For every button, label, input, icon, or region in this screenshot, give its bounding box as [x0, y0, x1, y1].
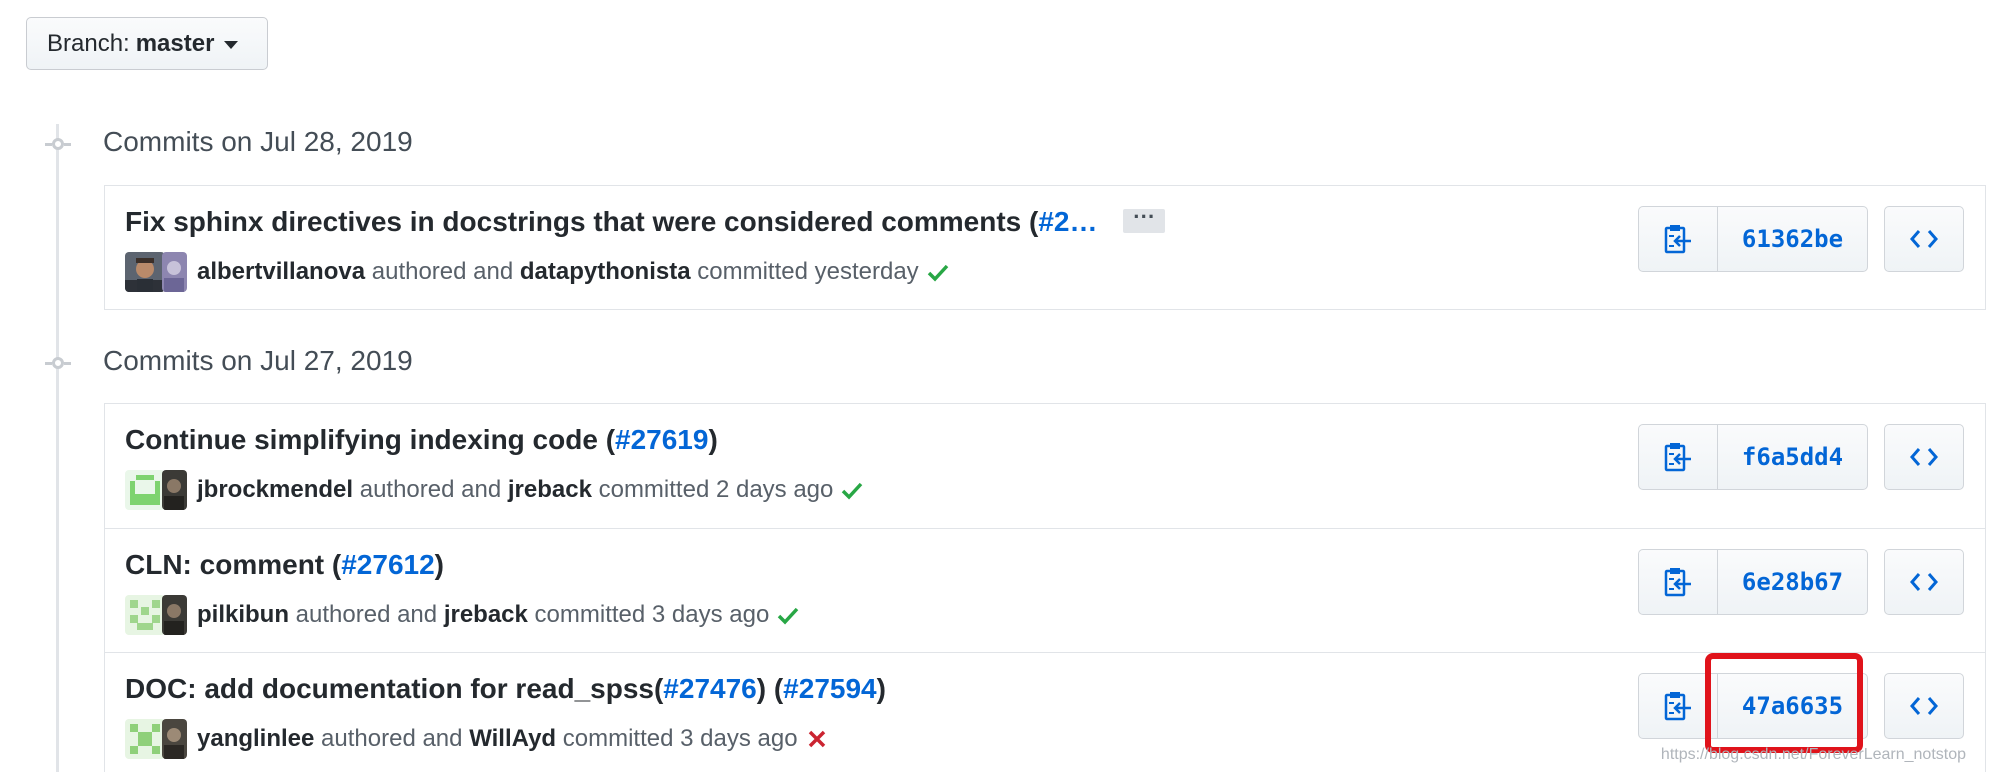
timeline-node-icon [45, 138, 71, 150]
author-name[interactable]: pilkibun [197, 601, 289, 629]
committer-name[interactable]: WillAyd [469, 725, 556, 753]
committer-name[interactable]: datapythonista [520, 258, 691, 286]
author-name[interactable]: jbrockmendel [197, 476, 353, 504]
commit-meta: albertvillanova authored and datapythoni… [125, 252, 949, 292]
authored-text: authored and [359, 476, 502, 503]
committed-time: committed 3 days ago [562, 725, 798, 752]
code-icon [1910, 448, 1938, 466]
author-avatar[interactable] [125, 252, 165, 292]
clipboard-icon [1664, 443, 1691, 472]
pr-link[interactable]: #27619 [615, 424, 708, 455]
committer-avatar[interactable] [162, 252, 187, 292]
commit-row: Fix sphinx directives in docstrings that… [105, 186, 1985, 311]
check-icon[interactable] [927, 261, 949, 283]
watermark-text: https://blog.csdn.net/ForeverLearn_notst… [1660, 746, 1966, 763]
author-avatar[interactable] [125, 595, 165, 635]
avatar-stack[interactable] [125, 719, 187, 759]
commit-meta: pilkibun authored and jreback committed … [125, 595, 799, 635]
commit-sha-link[interactable]: 61362be [1718, 206, 1868, 272]
sha-button-group: 6e28b67 [1638, 549, 1868, 615]
clipboard-icon [1664, 225, 1691, 254]
committer-avatar[interactable] [162, 470, 187, 510]
author-avatar[interactable] [125, 719, 165, 759]
code-icon [1910, 697, 1938, 715]
avatar-stack[interactable] [125, 595, 187, 635]
committed-time: committed yesterday [697, 258, 919, 285]
committer-name[interactable]: jreback [508, 476, 592, 504]
commit-list-group-1: Fix sphinx directives in docstrings that… [104, 185, 1986, 310]
timeline-node-icon [45, 357, 71, 369]
commit-list-group-2: Continue simplifying indexing code (#276… [104, 403, 1986, 772]
commit-sha-link[interactable]: f6a5dd4 [1718, 424, 1868, 490]
commit-group-title: Commits on Jul 27, 2019 [103, 345, 413, 376]
copy-sha-button[interactable] [1638, 549, 1718, 615]
committed-time: committed 2 days ago [598, 476, 834, 503]
browse-repository-button[interactable] [1884, 206, 1964, 272]
browse-repository-button[interactable] [1884, 673, 1964, 739]
commit-row: CLN: comment (#27612) pilkibun authored … [105, 528, 1985, 653]
commit-row: Continue simplifying indexing code (#276… [105, 404, 1985, 528]
commit-meta: yanglinlee authored and WillAyd committe… [125, 719, 828, 759]
authored-text: authored and [321, 725, 463, 752]
clipboard-icon [1664, 568, 1691, 597]
commit-meta: jbrockmendel authored and jreback commit… [125, 470, 863, 510]
avatar-stack[interactable] [125, 470, 187, 510]
avatar-stack[interactable] [125, 252, 187, 292]
branch-selector-button[interactable]: Branch: master [26, 17, 268, 70]
author-name[interactable]: albertvillanova [197, 258, 365, 286]
code-icon [1910, 230, 1938, 248]
branch-name: master [135, 29, 215, 57]
expand-ellipsis-button[interactable]: ··· [1123, 205, 1166, 233]
author-name[interactable]: yanglinlee [197, 725, 314, 753]
pr-link[interactable]: #27476 [663, 673, 756, 704]
x-icon[interactable] [806, 728, 828, 750]
pr-link[interactable]: #27612 [341, 549, 434, 580]
commit-message[interactable]: Fix sphinx directives in docstrings that… [125, 205, 1166, 238]
commit-message[interactable]: CLN: comment (#27612) [125, 549, 444, 581]
committer-avatar[interactable] [162, 595, 187, 635]
caret-down-icon [224, 40, 239, 49]
browse-repository-button[interactable] [1884, 424, 1964, 490]
code-icon [1910, 573, 1938, 591]
commit-message[interactable]: DOC: add documentation for read_spss(#27… [125, 673, 886, 705]
copy-sha-button[interactable] [1638, 424, 1718, 490]
authored-text: authored and [371, 258, 514, 285]
pr-link[interactable]: #27594 [783, 673, 876, 704]
clipboard-icon [1664, 692, 1691, 721]
commit-sha-link[interactable]: 6e28b67 [1718, 549, 1868, 615]
sha-button-group: 61362be [1638, 206, 1868, 272]
author-avatar[interactable] [125, 470, 165, 510]
pr-link[interactable]: #2… [1038, 206, 1097, 237]
branch-label: Branch: [47, 29, 130, 57]
commit-group-title: Commits on Jul 28, 2019 [103, 126, 413, 157]
authored-text: authored and [295, 601, 438, 628]
check-icon[interactable] [841, 479, 863, 501]
browse-repository-button[interactable] [1884, 549, 1964, 615]
commit-message[interactable]: Continue simplifying indexing code (#276… [125, 424, 718, 456]
timeline-line [56, 124, 59, 772]
committed-time: committed 3 days ago [534, 601, 770, 628]
copy-sha-button[interactable] [1638, 206, 1718, 272]
sha-button-group: f6a5dd4 [1638, 424, 1868, 490]
committer-name[interactable]: jreback [444, 601, 528, 629]
check-icon[interactable] [777, 604, 799, 626]
committer-avatar[interactable] [162, 719, 187, 759]
highlight-annotation [1705, 653, 1863, 753]
